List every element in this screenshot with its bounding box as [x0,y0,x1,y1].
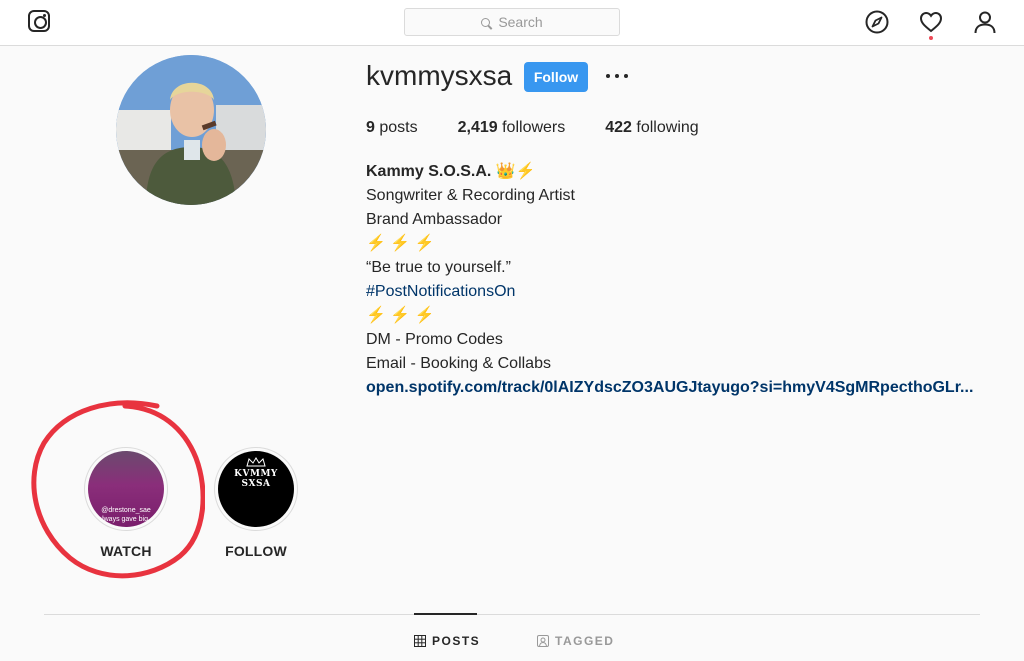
grid-icon [414,635,426,647]
bio-line: Email - Booking & Collabs [366,355,551,372]
highlight-cover: @drestone_sae always gave big... [88,451,164,527]
heart-icon[interactable] [919,10,943,34]
bio-quote: “Be true to yourself.” [366,259,511,276]
bio-line: Songwriter & Recording Artist [366,187,575,204]
tab-tagged[interactable]: TAGGED [537,634,614,648]
following-label: following [636,119,699,136]
crown-icon [246,457,266,467]
top-nav-bar: Search [0,0,1024,46]
profile-username: kvmmysxsa [366,60,513,91]
followers-label: followers [502,119,566,136]
highlight-brand-text: KVMMY SXSA [234,469,278,489]
tagged-icon [537,635,549,647]
compass-icon[interactable] [865,10,889,34]
highlight-follow[interactable]: KVMMY SXSA FOLLOW [214,447,298,559]
posts-count: 9 [366,119,375,136]
bio-line: Brand Ambassador [366,211,503,228]
bio-line: DM - Promo Codes [366,331,503,348]
search-input[interactable]: Search [404,8,620,36]
profile-icon[interactable] [973,10,997,34]
follow-button[interactable]: Follow [524,62,588,92]
highlight-cover: KVMMY SXSA [218,451,294,527]
tab-tagged-label: TAGGED [555,634,615,648]
bio-bolts: ⚡ ⚡ ⚡ [366,235,435,252]
bio-hashtag-link[interactable]: #PostNotificationsOn [366,280,973,304]
notification-dot [929,36,933,40]
bio-bolts: ⚡ ⚡ ⚡ [366,307,435,324]
search-placeholder: Search [498,14,543,30]
tabs-divider [44,614,980,615]
bio-external-link[interactable]: open.spotify.com/track/0lAIZYdscZO3AUGJt… [366,376,973,400]
followers-count: 2,419 [457,119,498,136]
bio-name-line: Kammy S.O.S.A. 👑⚡ [366,160,973,184]
crown-emoji: 👑 [495,163,516,180]
posts-label: posts [379,119,418,136]
more-options-icon[interactable] [606,66,628,86]
highlight-label: WATCH [100,543,152,559]
profile-bio: Kammy S.O.S.A. 👑⚡ Songwriter & Recording… [366,160,973,400]
active-tab-indicator [414,613,477,615]
tab-posts[interactable]: POSTS [414,634,480,648]
profile-avatar[interactable] [116,55,266,205]
bolt-emoji: ⚡ [515,163,536,180]
following-stat[interactable]: 422 following [605,119,698,137]
tab-posts-label: POSTS [432,634,481,648]
highlight-overlay-text: @drestone_sae [101,507,151,514]
profile-stats: 9 posts 2,419 followers 422 following [366,119,739,137]
highlight-ring: KVMMY SXSA [214,447,298,531]
bio-display-name: Kammy S.O.S.A. [366,163,492,180]
highlight-label: FOLLOW [225,543,287,559]
following-count: 422 [605,119,632,136]
instagram-logo-icon[interactable] [28,10,50,32]
posts-stat: 9 posts [366,119,418,137]
highlight-watch[interactable]: @drestone_sae always gave big... WATCH [84,447,168,559]
followers-stat[interactable]: 2,419 followers [458,119,566,137]
highlight-ring: @drestone_sae always gave big... [84,447,168,531]
search-icon [481,17,491,27]
highlight-overlay-text: always gave big... [98,516,154,523]
